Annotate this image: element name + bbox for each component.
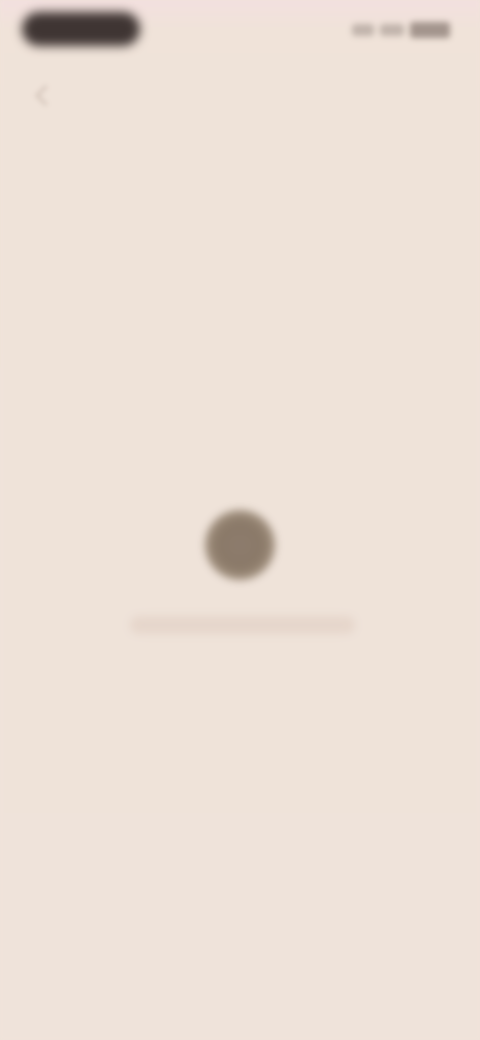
battery-icon bbox=[410, 22, 450, 38]
chevron-left-icon bbox=[34, 84, 57, 107]
status-icons bbox=[352, 18, 452, 42]
signal-icon bbox=[380, 24, 404, 36]
status-bar bbox=[0, 0, 480, 56]
loading-spinner-icon bbox=[205, 510, 275, 580]
status-pill-text bbox=[22, 12, 140, 46]
back-button[interactable] bbox=[30, 80, 60, 110]
loading-indicator bbox=[0, 490, 480, 670]
loading-message bbox=[130, 616, 355, 634]
app-screen bbox=[0, 0, 480, 1040]
wifi-icon bbox=[352, 24, 374, 36]
status-time-pill bbox=[22, 12, 140, 46]
